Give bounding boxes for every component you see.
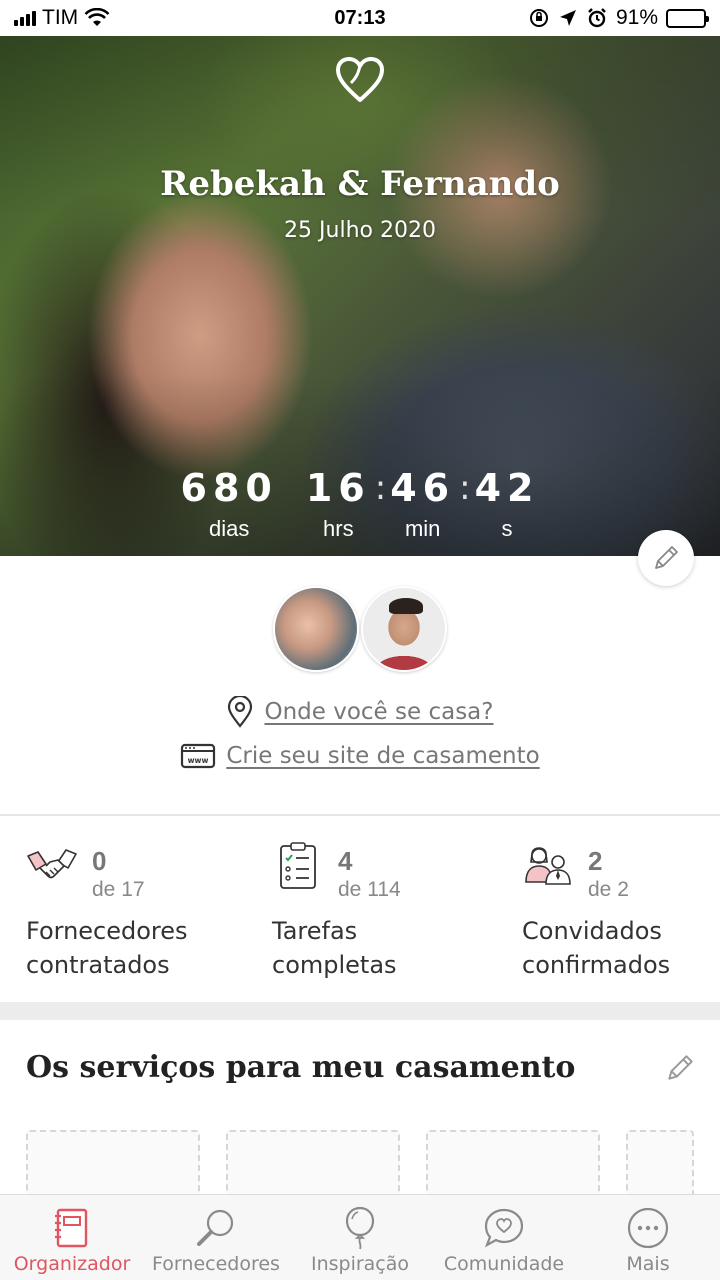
website-icon: www: [181, 743, 216, 769]
stat-guests-label-2: confirmados: [522, 951, 671, 979]
stat-vendors[interactable]: 0 de 17 Fornecedores contratados: [0, 830, 250, 1000]
status-left: TIM: [14, 6, 110, 30]
countdown-seconds-value: 42: [474, 466, 540, 510]
nav-item-comunidade[interactable]: Comunidade: [432, 1195, 576, 1280]
chat-heart-icon: [481, 1205, 527, 1251]
nav-item-mais[interactable]: Mais: [576, 1195, 720, 1280]
countdown-seconds: 42 s: [475, 466, 540, 542]
stat-tasks-label-1: Tarefas: [272, 917, 358, 945]
edit-services-button[interactable]: [660, 1048, 700, 1088]
pencil-icon: [655, 546, 678, 569]
stat-guests-label-1: Convidados: [522, 917, 662, 945]
section-separator-band: [0, 1002, 720, 1020]
countdown-hours-label: hrs: [323, 516, 354, 541]
section-divider: [0, 814, 720, 816]
countdown-hours: 16 hrs: [306, 466, 371, 542]
couple-avatars: [0, 586, 720, 672]
location-link[interactable]: Onde você se casa?: [264, 699, 493, 725]
nav-label: Inspiração: [310, 1253, 410, 1275]
countdown-timer: 680 dias 16 hrs : 46 min : 42 s: [0, 466, 720, 542]
stat-tasks-count: 4: [338, 846, 353, 876]
stat-vendors-label-1: Fornecedores: [26, 917, 188, 945]
nav-label: Fornecedores: [152, 1253, 280, 1275]
stat-tasks-label-2: completas: [272, 951, 397, 979]
countdown-seconds-label: s: [501, 516, 513, 541]
checklist-icon: [280, 842, 316, 889]
planner-icon: [49, 1205, 95, 1251]
website-link[interactable]: Crie seu site de casamento: [226, 743, 539, 769]
hero-cover-photo[interactable]: Rebekah & Fernando 25 Julho 2020 680 dia…: [0, 36, 720, 556]
couple-names: Rebekah & Fernando: [160, 164, 560, 204]
stat-tasks-total: de 114: [338, 878, 401, 901]
stat-guests-total: de 2: [588, 878, 629, 901]
stat-tasks[interactable]: 4 de 114 Tarefas completas: [250, 830, 500, 1000]
pencil-icon: [668, 1055, 693, 1080]
guests-icon: [525, 847, 571, 885]
stat-vendors-count: 0: [92, 846, 107, 876]
nav-item-fornecedores[interactable]: Fornecedores: [144, 1195, 288, 1280]
nav-label: Mais: [626, 1253, 670, 1275]
countdown-minutes-label: min: [404, 516, 441, 541]
wedding-date: 25 Julho 2020: [284, 218, 436, 243]
carrier-name: TIM: [42, 6, 79, 29]
nav-item-organizador[interactable]: Organizador: [0, 1195, 144, 1280]
location-pin-icon: [228, 696, 253, 728]
avatar-groom[interactable]: [361, 586, 447, 672]
countdown-days: 680 dias: [181, 466, 278, 542]
wifi-icon: [84, 8, 110, 26]
stat-vendors-label-2: contratados: [26, 951, 170, 979]
status-right: 91%: [528, 6, 709, 30]
countdown-days-value: 680: [180, 466, 278, 510]
bottom-nav: Organizador Fornecedores Inspiração Comu…: [0, 1194, 720, 1280]
website-link-row[interactable]: www Crie seu site de casamento: [0, 742, 720, 770]
countdown-separator: :: [374, 468, 387, 508]
balloon-icon: [337, 1205, 383, 1251]
status-bar: TIM 07:13 91%: [0, 0, 720, 36]
countdown-minutes: 46 min: [390, 466, 455, 542]
handshake-icon: [27, 849, 77, 879]
heart-logo-icon: [336, 57, 384, 102]
rotation-lock-icon: [529, 9, 548, 27]
battery-icon: [666, 8, 709, 28]
stat-guests-count: 2: [588, 846, 603, 876]
nav-label: Comunidade: [443, 1253, 565, 1275]
search-icon: [193, 1205, 239, 1251]
countdown-hours-value: 16: [305, 466, 371, 510]
nav-label: Organizador: [13, 1253, 131, 1275]
more-icon: [625, 1205, 671, 1251]
services-title: Os serviços para meu casamento: [26, 1050, 576, 1085]
stat-guests[interactable]: 2 de 2 Convidados confirmados: [500, 830, 720, 1000]
svg-text:www: www: [188, 756, 209, 765]
edit-cover-button[interactable]: [638, 530, 694, 586]
countdown-minutes-value: 46: [390, 466, 456, 510]
wedding-stats: 0 de 17 Fornecedores contratados 4 de 11…: [0, 830, 720, 1000]
nav-item-inspiracao[interactable]: Inspiração: [288, 1195, 432, 1280]
avatar-bride[interactable]: [273, 586, 359, 672]
location-link-row[interactable]: Onde você se casa?: [0, 696, 720, 728]
alarm-icon: [588, 8, 606, 28]
stat-vendors-total: de 17: [92, 878, 145, 901]
location-arrow-icon: [559, 10, 576, 26]
signal-icon: [14, 10, 36, 26]
countdown-separator: :: [459, 468, 471, 508]
countdown-days-label: dias: [209, 516, 250, 541]
battery-percent: 91%: [615, 6, 658, 29]
